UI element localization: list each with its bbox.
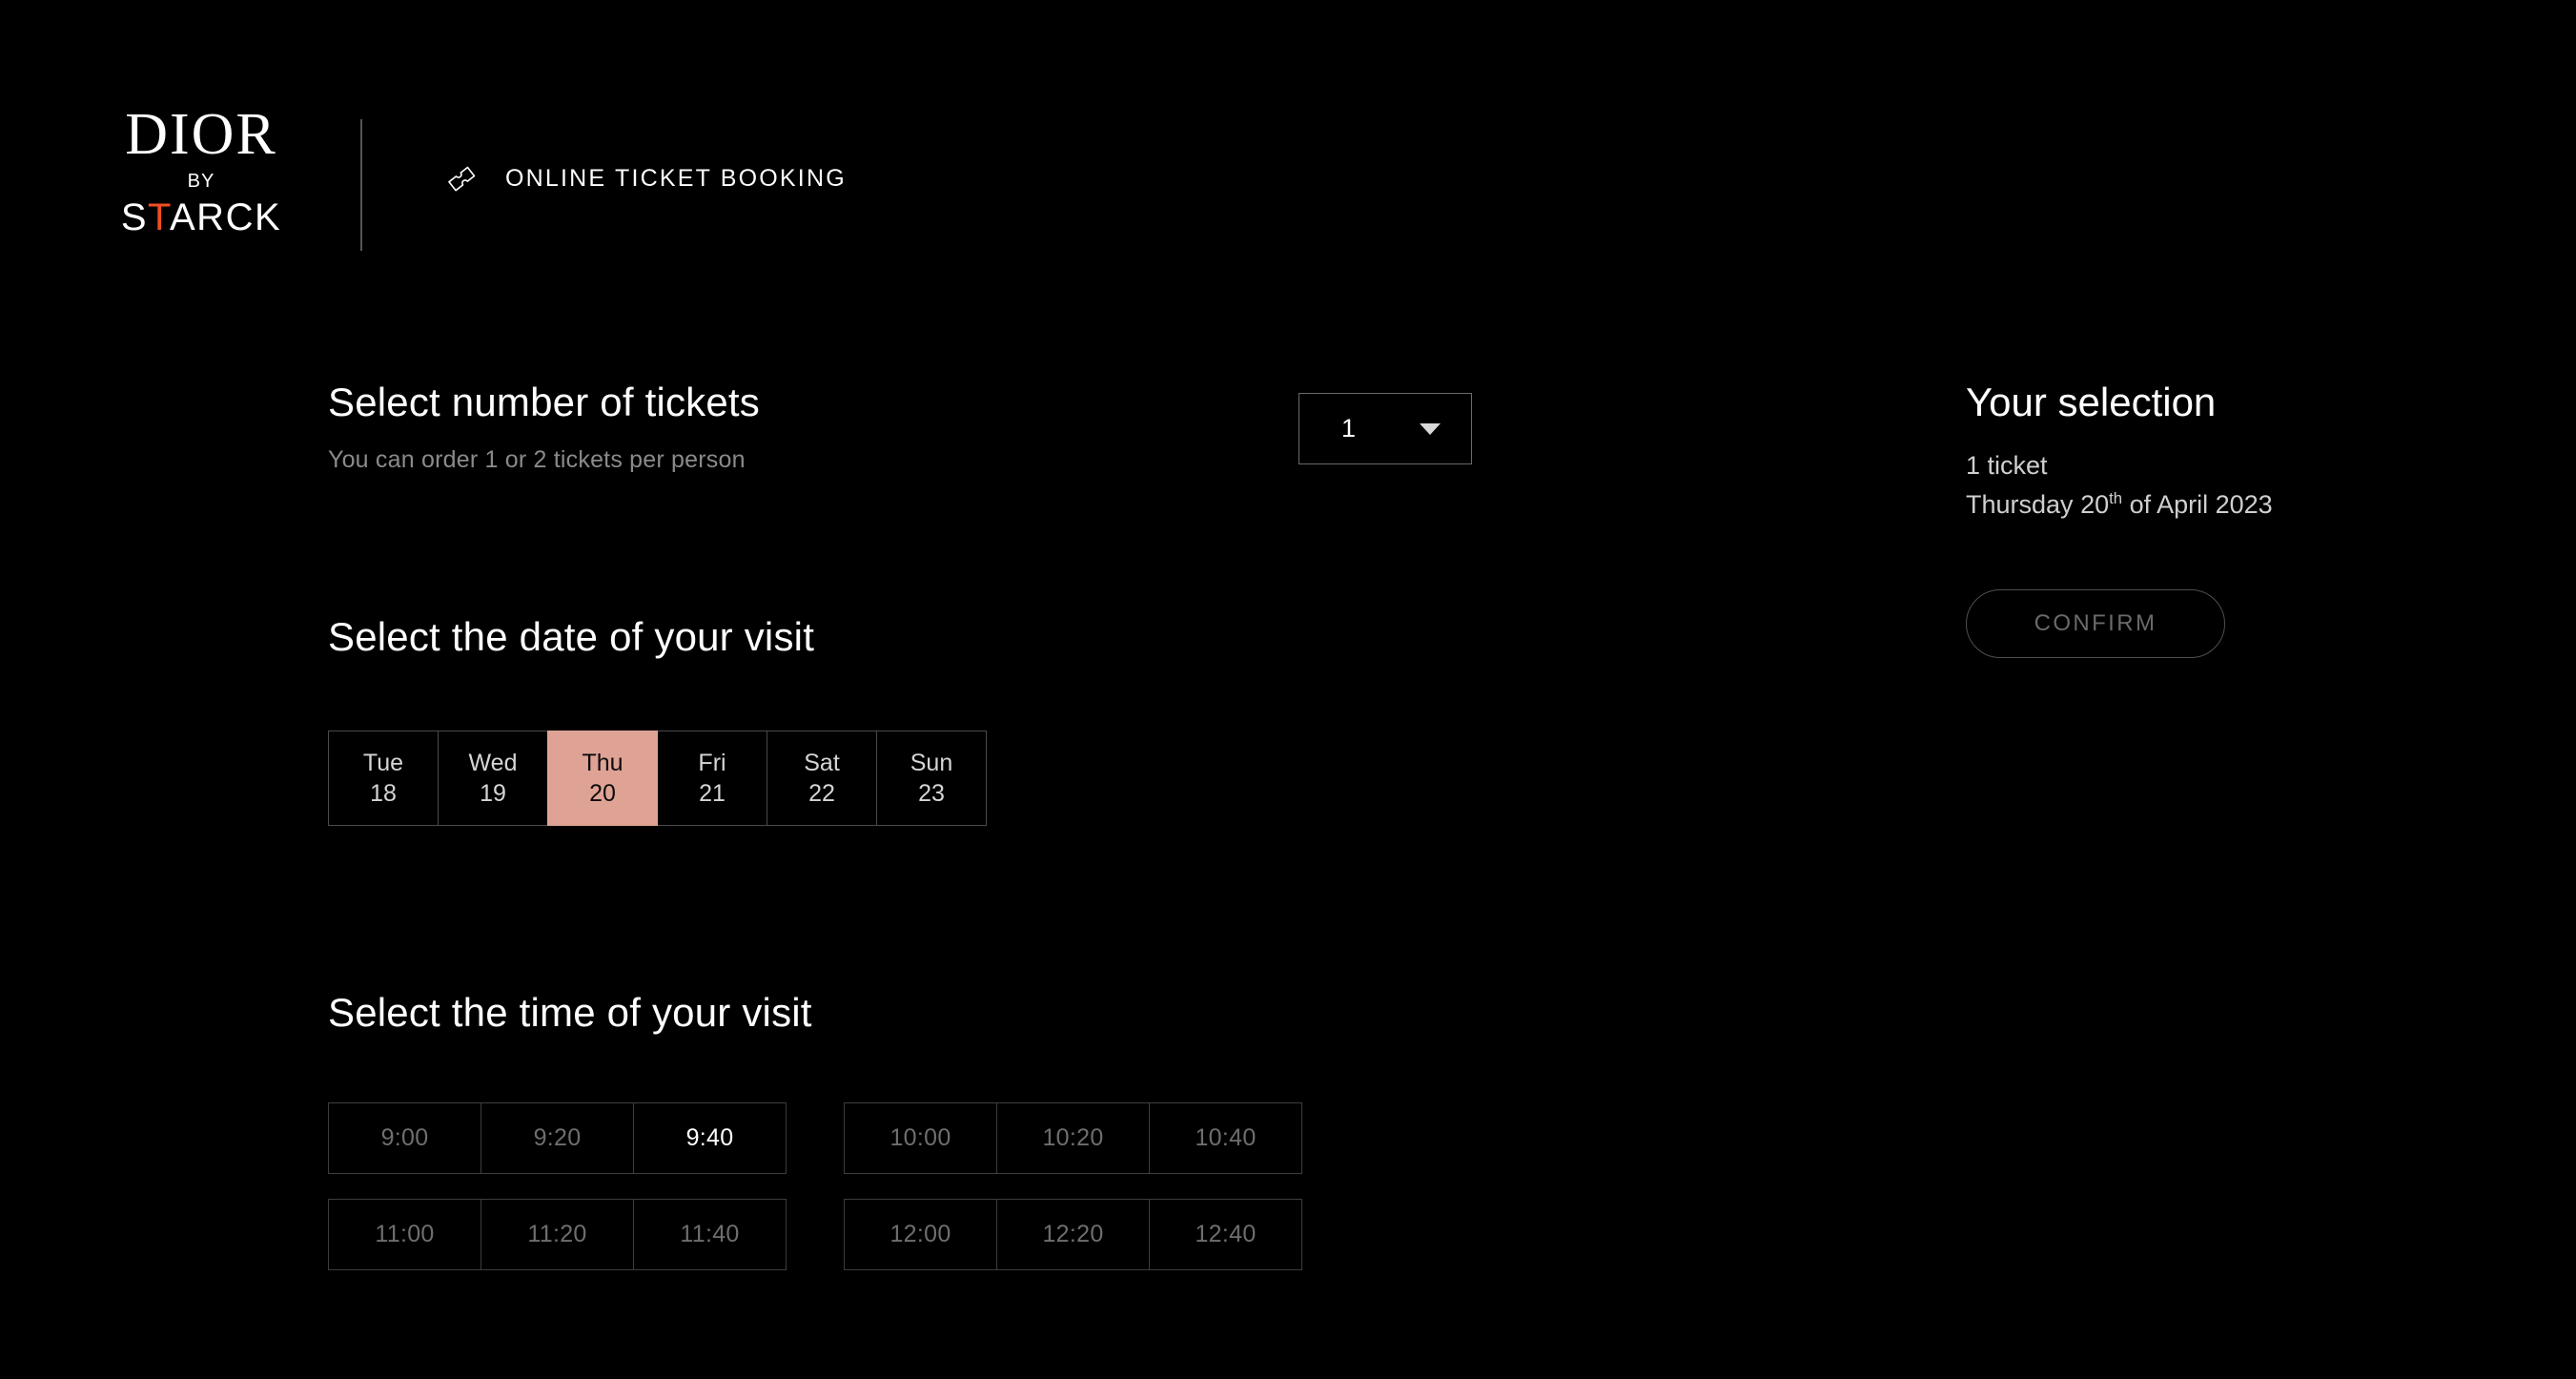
ticket-quantity-value: 1: [1341, 414, 1357, 443]
time-slot-label: 9:40: [685, 1124, 734, 1151]
brand-by-label: BY: [187, 170, 215, 192]
time-group-11: 11:00 11:20 11:40: [328, 1199, 787, 1270]
booking-label-text: ONLINE TICKET BOOKING: [505, 164, 847, 192]
ticket-quantity-select[interactable]: 1: [1298, 393, 1472, 464]
selection-summary-panel: Your selection 1 ticket Thursday 20th of…: [1966, 380, 2500, 659]
time-row-morning: 9:00 9:20 9:40 10:00 10:20 10:40: [328, 1102, 1567, 1174]
tickets-section: Select number of tickets You can order 1…: [328, 380, 1567, 561]
time-section-title: Select the time of your visit: [328, 990, 812, 1035]
date-cell-dow: Tue: [362, 749, 404, 776]
time-slot-label: 12:20: [1042, 1221, 1104, 1247]
date-cell-day: 20: [589, 780, 616, 807]
date-cell-fri-21[interactable]: Fri 21: [657, 731, 767, 826]
time-slot-label: 11:20: [527, 1221, 587, 1247]
brand-name-dior: DIOR: [125, 102, 277, 167]
time-slot-label: 10:20: [1042, 1124, 1104, 1151]
time-slot-label: 10:00: [889, 1124, 951, 1151]
time-slot-label: 12:00: [889, 1221, 951, 1247]
date-cell-thu-20[interactable]: Thu 20: [547, 731, 658, 826]
time-slot-11-20[interactable]: 11:20: [480, 1199, 634, 1270]
date-cell-tue-18[interactable]: Tue 18: [328, 731, 439, 826]
confirm-button[interactable]: CONFIRM: [1966, 589, 2225, 659]
time-slot-label: 12:40: [1195, 1221, 1257, 1247]
selection-ticket-count: 1 ticket: [1966, 451, 2048, 480]
time-group-10: 10:00 10:20 10:40: [844, 1102, 1302, 1174]
date-cell-sat-22[interactable]: Sat 22: [767, 731, 877, 826]
date-grid: Tue 18 Wed 19 Thu 20 Fri 21 Sat 22 Sun 2…: [328, 731, 1567, 826]
time-slot-10-20[interactable]: 10:20: [996, 1102, 1150, 1174]
ticket-icon: [444, 160, 480, 196]
date-cell-dow: Sun: [910, 749, 953, 776]
chevron-down-icon: [1420, 422, 1441, 435]
brand-logo[interactable]: DIOR BY STARCK: [92, 102, 311, 239]
selection-date-rest: of April 2023: [2122, 490, 2273, 520]
selection-summary-title: Your selection: [1966, 380, 2217, 424]
time-slot-10-00[interactable]: 10:00: [844, 1102, 997, 1174]
date-cell-dow: Sat: [804, 749, 840, 776]
brand-name-starck: STARCK: [92, 196, 311, 239]
booking-label-group: ONLINE TICKET BOOKING: [444, 160, 847, 196]
time-group-12: 12:00 12:20 12:40: [844, 1199, 1302, 1270]
time-slot-9-20[interactable]: 9:20: [480, 1102, 634, 1174]
date-cell-dow: Wed: [468, 749, 518, 776]
time-slot-label: 10:40: [1195, 1124, 1257, 1151]
date-cell-dow: Fri: [698, 749, 726, 776]
date-cell-day: 18: [370, 780, 397, 807]
selection-date-ordinal: th: [2109, 489, 2123, 508]
date-cell-sun-23[interactable]: Sun 23: [876, 731, 987, 826]
time-slot-9-00[interactable]: 9:00: [328, 1102, 481, 1174]
time-slot-12-40[interactable]: 12:40: [1149, 1199, 1302, 1270]
time-slot-12-20[interactable]: 12:20: [996, 1199, 1150, 1270]
time-slot-label: 9:20: [533, 1124, 582, 1151]
starck-prefix: S: [120, 196, 149, 238]
date-section-title: Select the date of your visit: [328, 614, 815, 659]
date-cell-day: 22: [808, 780, 835, 807]
date-cell-dow: Thu: [582, 749, 624, 776]
starck-suffix: ARCK: [170, 196, 282, 238]
time-slot-label: 9:00: [380, 1124, 429, 1151]
selection-date-weekday: Thursday: [1966, 490, 2081, 520]
date-cell-day: 19: [480, 780, 506, 807]
date-cell-day: 23: [918, 780, 945, 807]
selection-date: Thursday 20th of April 2023: [1966, 485, 2500, 525]
time-slot-label: 11:00: [375, 1221, 435, 1247]
time-slot-11-40[interactable]: 11:40: [633, 1199, 787, 1270]
page-header: DIOR BY STARCK ONLINE TICKET BOOKING: [0, 0, 2576, 286]
time-group-9: 9:00 9:20 9:40: [328, 1102, 787, 1174]
selection-date-day: 20: [2080, 490, 2110, 520]
main-content: Select number of tickets You can order 1…: [328, 380, 1567, 1270]
time-slot-label: 11:40: [680, 1221, 740, 1247]
header-divider: [360, 119, 362, 251]
time-slot-12-00[interactable]: 12:00: [844, 1199, 997, 1270]
time-slot-9-40[interactable]: 9:40: [633, 1102, 787, 1174]
time-slot-10-40[interactable]: 10:40: [1149, 1102, 1302, 1174]
date-cell-wed-19[interactable]: Wed 19: [438, 731, 548, 826]
time-row-midday: 11:00 11:20 11:40 12:00 12:20 12:40: [328, 1199, 1567, 1270]
time-slot-11-00[interactable]: 11:00: [328, 1199, 481, 1270]
date-cell-day: 21: [699, 780, 726, 807]
starck-accent-letter: T: [148, 196, 170, 238]
time-section: Select the time of your visit 9:00 9:20 …: [328, 990, 1567, 1270]
confirm-button-label: CONFIRM: [2034, 610, 2157, 637]
selection-summary-lines: 1 ticket Thursday 20th of April 2023: [1966, 446, 2500, 525]
date-section: Select the date of your visit Tue 18 Wed…: [328, 614, 1567, 826]
